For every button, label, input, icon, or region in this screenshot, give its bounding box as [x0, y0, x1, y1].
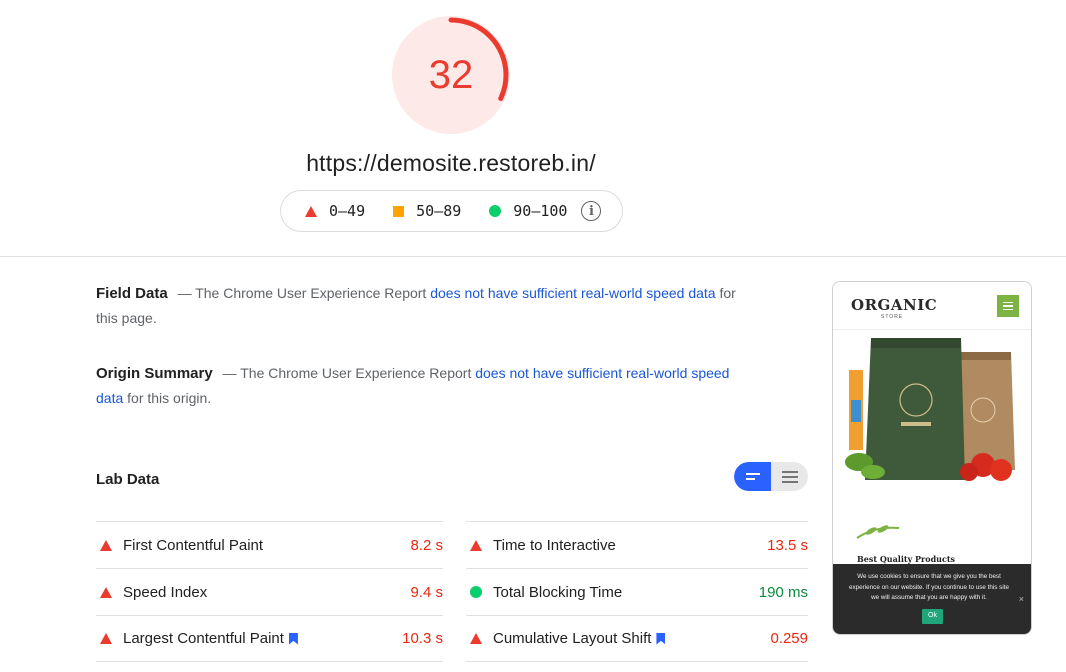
metric-total-blocking-time: Total Blocking Time 190 ms — [466, 568, 808, 615]
field-data-text: The Chrome User Experience Report — [195, 285, 427, 301]
lab-metrics-right: Time to Interactive 13.5 s Total Blockin… — [466, 521, 808, 662]
lab-data-heading: Lab Data — [96, 471, 160, 488]
field-data-link[interactable]: does not have sufficient real-world spee… — [430, 285, 715, 301]
circle-icon — [489, 205, 502, 217]
close-icon: × — [1018, 594, 1024, 604]
metric-status — [96, 586, 123, 598]
summary-view-button[interactable] — [734, 462, 771, 491]
origin-summary-section: Origin Summary — The Chrome User Experie… — [96, 361, 746, 410]
metric-value: 13.5 s — [767, 536, 808, 554]
hamburger-menu-icon — [997, 295, 1019, 317]
section-divider — [0, 256, 1066, 257]
info-icon[interactable]: i — [581, 201, 602, 221]
legend-average-range: 50–89 — [416, 202, 462, 220]
metric-value: 0.259 — [770, 630, 808, 647]
origin-summary-text-after: for this origin. — [127, 390, 212, 406]
metric-largest-contentful-paint: Largest Contentful Paint 10.3 s — [96, 615, 443, 662]
metric-value: 10.3 s — [402, 630, 443, 647]
fail-triangle-icon — [100, 633, 112, 644]
score-legend: 0–49 50–89 90–100 i — [280, 190, 623, 232]
legend-fail: 0–49 — [305, 202, 365, 220]
metric-label: First Contentful Paint — [123, 536, 264, 554]
leaf-decoration-icon — [856, 525, 900, 539]
metric-label-wrap: First Contentful Paint — [123, 537, 410, 554]
metric-status — [96, 539, 123, 551]
summary-view-icon-bar — [745, 478, 755, 480]
fail-triangle-icon — [470, 633, 482, 644]
metric-status — [466, 633, 493, 644]
list-view-icon-bar — [781, 480, 798, 483]
metric-time-to-interactive: Time to Interactive 13.5 s — [466, 521, 808, 568]
bookmark-icon[interactable] — [288, 632, 298, 645]
field-data-heading: Field Data — [96, 285, 168, 302]
metric-label: Cumulative Layout Shift — [493, 630, 652, 647]
metric-label: Total Blocking Time — [493, 583, 623, 601]
legend-average: 50–89 — [393, 202, 461, 220]
tested-url: https://demosite.restoreb.in/ — [306, 150, 596, 176]
cookie-text: We use cookies to ensure that we give yo… — [849, 573, 1009, 601]
final-screenshot-thumbnail[interactable]: ORGANIC STORE Best Quality Products We u… — [832, 281, 1032, 635]
metric-status — [466, 586, 493, 598]
metric-label-wrap: Largest Contentful Paint — [123, 630, 402, 647]
metric-value: 9.4 s — [410, 583, 443, 601]
best-quality-heading: Best Quality Products — [857, 554, 956, 564]
metric-label: Largest Contentful Paint — [123, 630, 284, 647]
metric-status — [96, 633, 123, 644]
fail-triangle-icon — [470, 539, 482, 551]
field-data-dash: — — [177, 285, 192, 301]
summary-view-icon — [745, 473, 760, 475]
metric-cumulative-layout-shift: Cumulative Layout Shift 0.259 — [466, 615, 808, 662]
list-view-icon-bar — [781, 475, 798, 478]
metric-value: 8.2 s — [410, 536, 443, 554]
metric-label-wrap: Speed Index — [123, 584, 410, 601]
metric-label-wrap: Time to Interactive — [493, 537, 767, 554]
metric-label: Time to Interactive — [493, 536, 616, 554]
metric-speed-index: Speed Index 9.4 s — [96, 568, 443, 615]
field-data-section: Field Data — The Chrome User Experience … — [96, 281, 746, 330]
metric-label-wrap: Cumulative Layout Shift — [493, 630, 770, 647]
origin-summary-text: The Chrome User Experience Report — [240, 365, 472, 381]
metric-value: 190 ms — [758, 583, 808, 601]
logo-subtitle: STORE — [881, 314, 904, 320]
triangle-icon — [305, 205, 317, 217]
metric-label: Speed Index — [123, 583, 208, 601]
view-toggle — [734, 462, 808, 491]
legend-pass-range: 90–100 — [513, 202, 568, 220]
origin-summary-heading: Origin Summary — [96, 365, 213, 382]
cookie-banner: We use cookies to ensure that we give yo… — [833, 564, 1031, 634]
legend-fail-range: 0–49 — [329, 202, 366, 220]
lab-metrics-left: First Contentful Paint 8.2 s Speed Index… — [96, 521, 443, 662]
cookie-ok-button: Ok — [922, 609, 943, 624]
bookmark-icon[interactable] — [656, 632, 666, 645]
organic-store-logo: ORGANIC — [851, 296, 938, 314]
product-hero-image — [845, 338, 1015, 481]
performance-score-value: 32 — [428, 52, 474, 97]
list-view-button[interactable] — [771, 462, 808, 491]
pass-circle-icon — [470, 586, 482, 598]
thumbnail-header: ORGANIC STORE — [833, 282, 1031, 330]
list-view-icon — [781, 470, 798, 473]
metric-first-contentful-paint: First Contentful Paint 8.2 s — [96, 521, 443, 568]
square-icon — [393, 205, 405, 217]
performance-score-gauge: 32 — [392, 16, 510, 134]
fail-triangle-icon — [100, 539, 112, 551]
legend-pass: 90–100 — [489, 202, 567, 220]
origin-summary-dash: — — [222, 365, 237, 381]
metric-label-wrap: Total Blocking Time — [493, 584, 759, 601]
metric-status — [466, 539, 493, 551]
fail-triangle-icon — [100, 586, 112, 598]
